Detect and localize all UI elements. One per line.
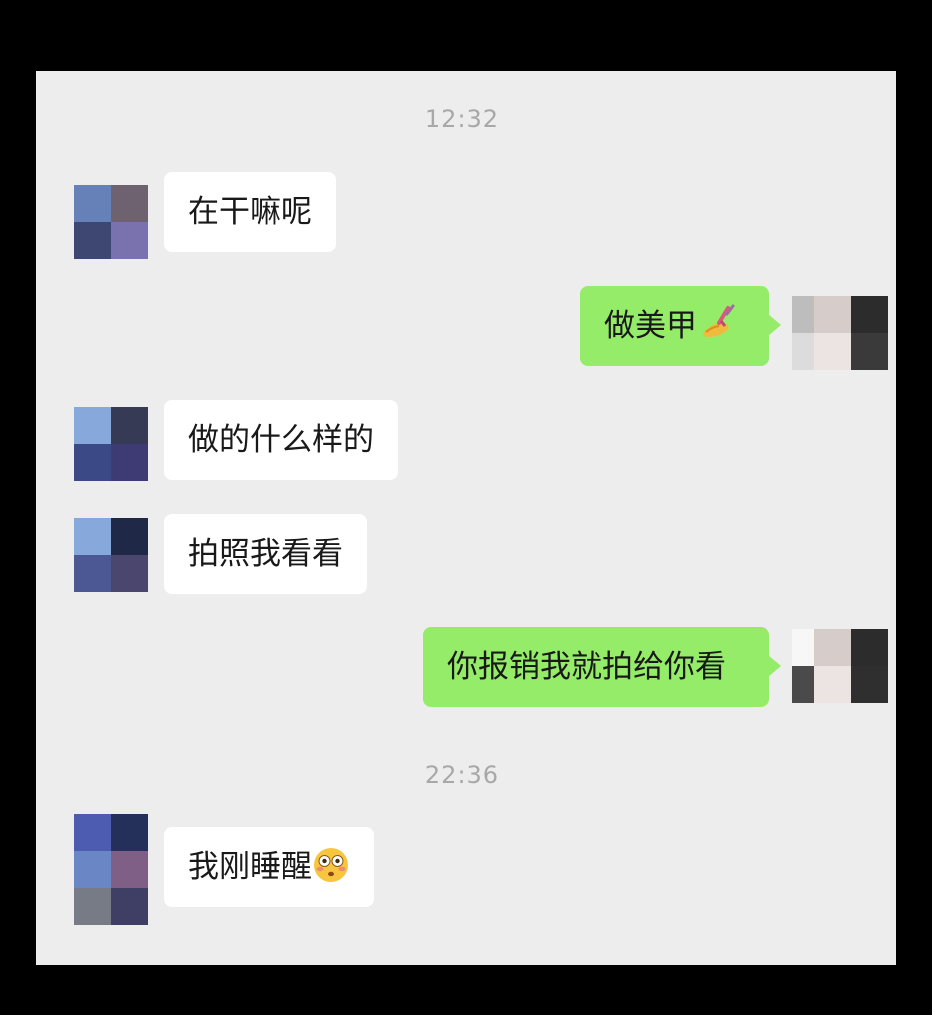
- chat-window: 12:32 在干嘛呢 做美甲 做的什么样的 拍照我看看 你报销我就拍给你看 22…: [36, 71, 888, 965]
- message-text: 做的什么样的: [188, 422, 374, 458]
- message-text: 我刚睡醒: [188, 849, 312, 885]
- timestamp: 22:36: [424, 761, 500, 789]
- contact-avatar[interactable]: [74, 185, 148, 259]
- my-avatar[interactable]: [792, 629, 888, 703]
- window-edge: [888, 71, 896, 965]
- received-message[interactable]: 在干嘛呢: [164, 172, 336, 252]
- timestamp: 12:32: [424, 105, 500, 133]
- contact-avatar[interactable]: [74, 407, 148, 481]
- contact-avatar[interactable]: [74, 518, 148, 592]
- received-message[interactable]: 拍照我看看: [164, 514, 367, 594]
- sent-message[interactable]: 你报销我就拍给你看: [423, 627, 781, 707]
- message-text: 做美甲: [604, 308, 697, 344]
- flushed-face-icon: [314, 848, 348, 882]
- received-message[interactable]: 我刚睡醒: [164, 827, 374, 907]
- message-text: 在干嘛呢: [188, 194, 312, 230]
- message-text: 拍照我看看: [188, 536, 343, 572]
- received-message[interactable]: 做的什么样的: [164, 400, 398, 480]
- my-avatar[interactable]: [792, 296, 888, 370]
- message-text: 你报销我就拍给你看: [447, 649, 726, 685]
- sent-message[interactable]: 做美甲: [580, 286, 781, 366]
- nail-polish-icon: [703, 304, 735, 337]
- contact-avatar[interactable]: [74, 814, 148, 925]
